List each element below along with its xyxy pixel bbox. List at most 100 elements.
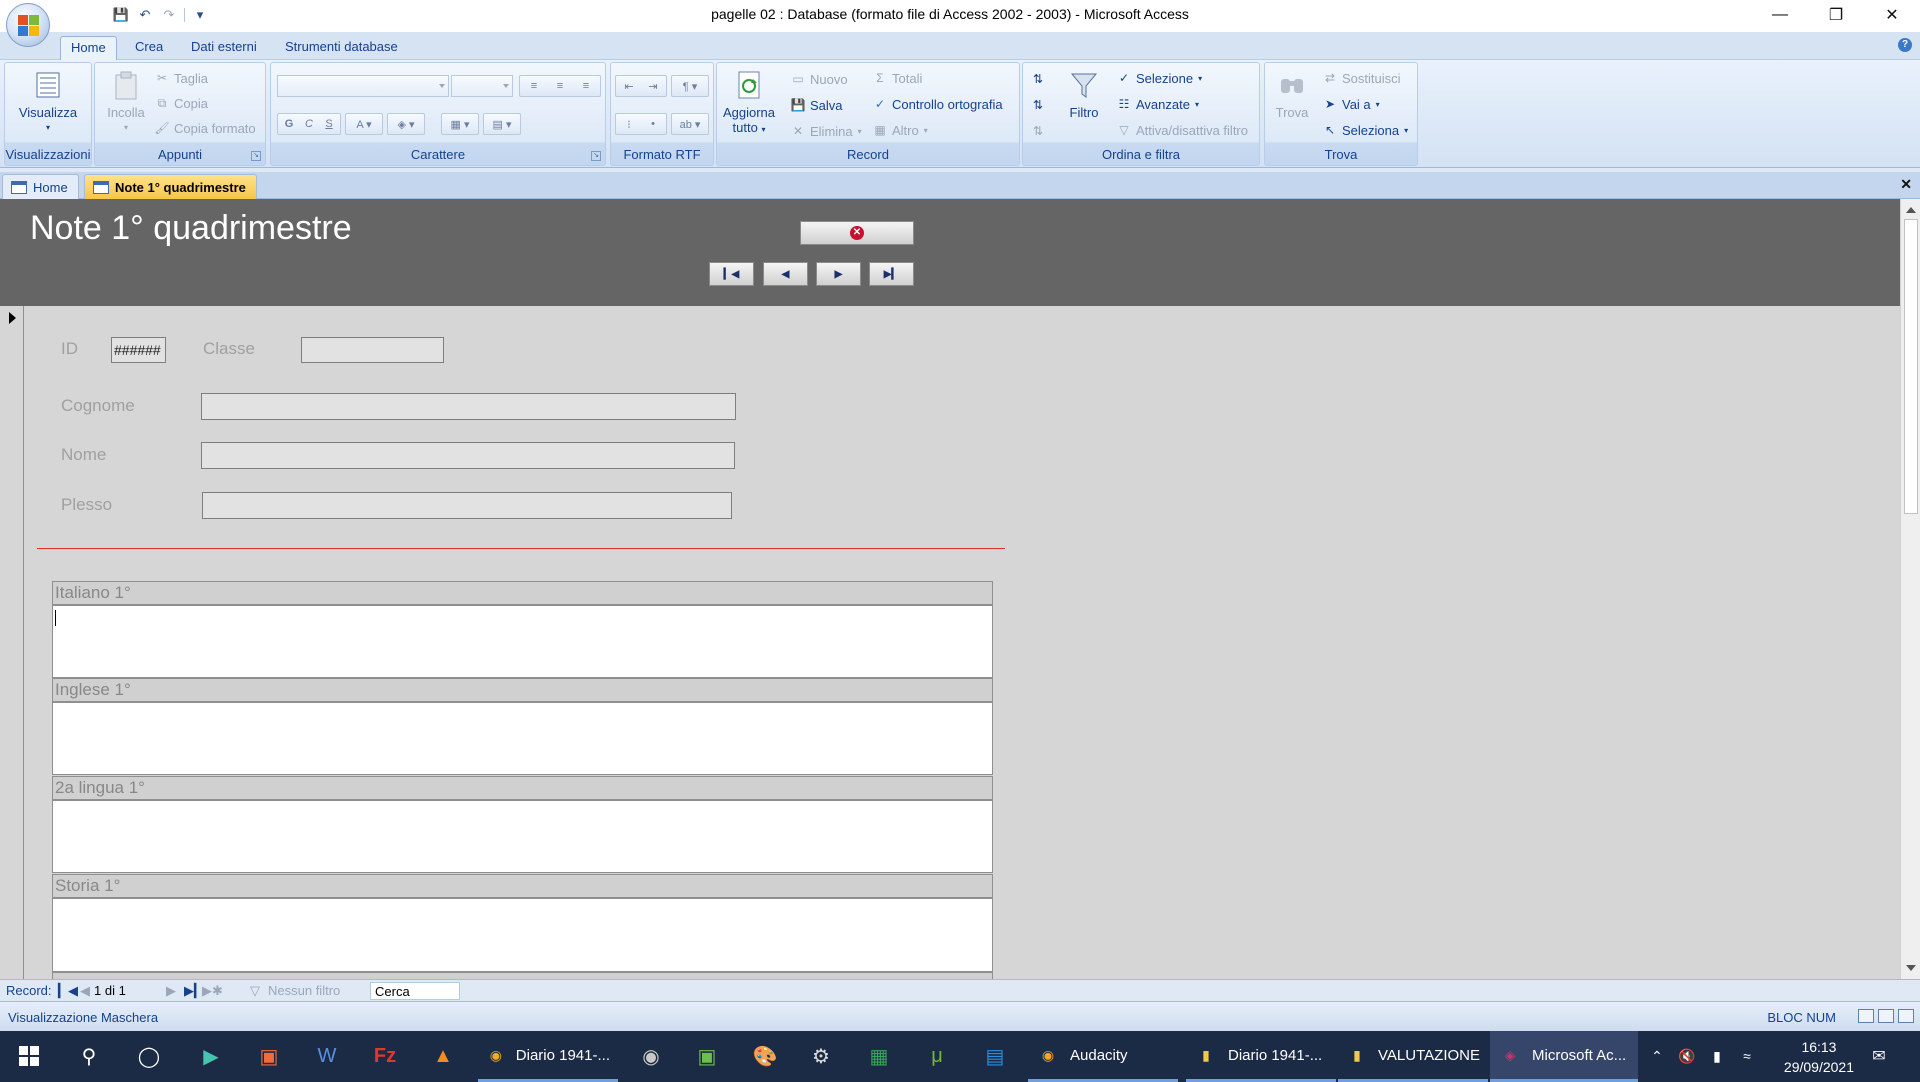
italic-button[interactable]: C [299,118,319,130]
task-view-icon[interactable]: ◯ [132,1039,166,1073]
vertical-scrollbar[interactable] [1900,199,1920,979]
inglese-memo[interactable] [52,702,993,775]
taskbar-app-audacity[interactable]: ◉ Audacity [1028,1031,1178,1082]
taskbar-app-chrome-diario[interactable]: ◉ Diario 1941-... [478,1031,618,1082]
utorrent-icon[interactable]: μ [920,1039,954,1073]
increase-indent-icon[interactable]: ⇥ [641,80,665,93]
minimize-button[interactable]: — [1752,0,1808,30]
tab-strumenti-database[interactable]: Strumenti database [275,36,408,60]
plesso-field[interactable] [202,492,732,519]
bulleted-list-icon[interactable]: • [641,118,665,130]
font-name-combo[interactable] [277,75,449,97]
italiano-memo[interactable] [52,605,993,678]
office-button[interactable] [6,3,50,47]
volume-muted-icon[interactable]: 🔇 [1670,1039,1704,1073]
windows-start-icon[interactable] [12,1039,46,1073]
paragraph-direction-button[interactable]: ¶ ▾ [671,75,709,97]
presentation-app-icon[interactable]: ▣ [252,1039,286,1073]
taskbar-app-folder-diario[interactable]: ▮ Diario 1941-... [1186,1031,1336,1082]
network-app-icon[interactable]: ▤ [978,1039,1012,1073]
appunti-launcher-icon[interactable]: ↘ [251,151,261,161]
image-app-icon[interactable]: ▣ [690,1039,724,1073]
seconda-lingua-memo[interactable] [52,800,993,873]
clear-sort-button[interactable]: ⇅ [1031,121,1045,141]
altro-button[interactable]: ▦ Altro ▾ [873,120,927,140]
close-document-icon[interactable]: ✕ [1900,176,1912,193]
aggiorna-tutto-button[interactable]: Aggiorna tutto ▾ [719,69,779,137]
filezilla-icon[interactable]: Fz [368,1039,402,1073]
visualizza-button[interactable]: Visualizza ▾ [15,69,81,135]
nav-last-icon[interactable]: ▶▎ [184,983,204,999]
search-icon[interactable]: ⚲ [72,1039,106,1073]
vai-a-button[interactable]: ➤ Vai a ▾ [1323,94,1380,114]
decrease-indent-icon[interactable]: ⇤ [617,80,641,93]
word-icon[interactable]: W [310,1039,344,1073]
layout-view-icon[interactable] [1878,1009,1894,1023]
copia-button[interactable]: ⧉ Copia [155,93,208,113]
taskbar-app-microsoft-access[interactable]: ◈ Microsoft Ac... [1490,1031,1638,1082]
webcam-app-icon[interactable]: ◉ [634,1039,668,1073]
sort-descending-button[interactable]: ⇅ [1031,95,1045,115]
carattere-launcher-icon[interactable]: ↘ [591,151,601,161]
doc-tab-home[interactable]: Home [2,174,79,199]
incolla-button[interactable]: Incolla ▾ [103,69,149,135]
underline-button[interactable]: S [319,118,339,130]
first-record-button[interactable]: ▎◀ [709,262,754,286]
nav-previous-icon[interactable]: ◀ [80,983,90,999]
wifi-icon[interactable]: ≈ [1730,1039,1764,1073]
tab-home[interactable]: Home [60,36,117,60]
highlight-button[interactable]: ab ▾ [671,113,709,135]
paint-icon[interactable]: 🎨 [748,1039,782,1073]
salva-button[interactable]: 💾 Salva [791,95,843,115]
scroll-up-icon[interactable] [1906,207,1916,213]
tab-crea[interactable]: Crea [125,36,173,60]
record-position-field[interactable]: 1 di 1 [90,982,168,1000]
bold-button[interactable]: G [279,118,299,130]
font-color-button[interactable]: A ▾ [345,113,383,135]
nav-new-icon[interactable]: ▶✱ [202,983,223,999]
sostituisci-button[interactable]: ⇄ Sostituisci [1323,68,1401,88]
last-record-button[interactable]: ▶▎ [869,262,914,286]
filtro-button[interactable]: Filtro [1061,69,1107,120]
battery-icon[interactable]: ▮ [1700,1039,1734,1073]
scroll-thumb[interactable] [1904,219,1918,514]
media-app-icon[interactable]: ▶ [194,1039,228,1073]
tray-overflow-icon[interactable]: ⌃ [1640,1039,1674,1073]
numbered-list-icon[interactable]: ⁝ [617,118,641,131]
nome-field[interactable] [201,442,735,469]
seleziona-button[interactable]: ↖ Seleziona ▾ [1323,120,1408,140]
previous-record-button[interactable]: ◀ [763,262,808,286]
restore-button[interactable]: ❐ [1808,0,1864,30]
no-filter-indicator[interactable]: Nessun filtro [268,983,340,998]
align-right-icon[interactable]: ≡ [573,80,599,92]
scroll-down-icon[interactable] [1906,965,1916,971]
film-app-icon[interactable]: ⚙ [804,1039,838,1073]
attiva-disattiva-filtro-button[interactable]: ▽ Attiva/disattiva filtro [1117,120,1248,140]
close-window-button[interactable]: ✕ [1864,0,1920,30]
align-left-icon[interactable]: ≡ [521,80,547,92]
id-field[interactable]: ###### [111,337,166,363]
sort-ascending-button[interactable]: ⇅ [1031,69,1045,89]
elimina-button[interactable]: ✕ Elimina ▾ [791,121,862,141]
selezione-button[interactable]: ✓ Selezione ▾ [1117,68,1202,88]
nav-first-icon[interactable]: ▎◀ [58,983,78,999]
help-icon[interactable]: ? [1898,38,1912,52]
nav-next-icon[interactable]: ▶ [166,983,176,999]
design-view-icon[interactable] [1898,1009,1914,1023]
doc-tab-note-quadrimestre[interactable]: Note 1° quadrimestre [84,174,257,199]
storia-memo[interactable] [52,898,993,972]
notifications-icon[interactable]: ✉ [1862,1039,1896,1073]
fill-color-button[interactable]: ◈ ▾ [387,113,425,135]
gridlines-button[interactable]: ▦ ▾ [441,113,479,135]
search-input[interactable]: Cerca [370,982,460,1000]
tab-dati-esterni[interactable]: Dati esterni [181,36,267,60]
taskbar-app-folder-valutazione[interactable]: ▮ VALUTAZIONE [1338,1031,1488,1082]
controllo-ortografia-button[interactable]: ✓ Controllo ortografia [873,94,1003,114]
trova-button[interactable]: Trova [1269,69,1315,120]
totali-button[interactable]: Σ Totali [873,68,922,88]
align-center-icon[interactable]: ≡ [547,80,573,92]
clock[interactable]: 16:13 29/09/2021 [1784,1037,1854,1077]
nuovo-button[interactable]: ▭ Nuovo [791,69,847,89]
spreadsheet-icon[interactable]: ▦ [862,1039,896,1073]
taglia-button[interactable]: ✂ Taglia [155,68,208,88]
